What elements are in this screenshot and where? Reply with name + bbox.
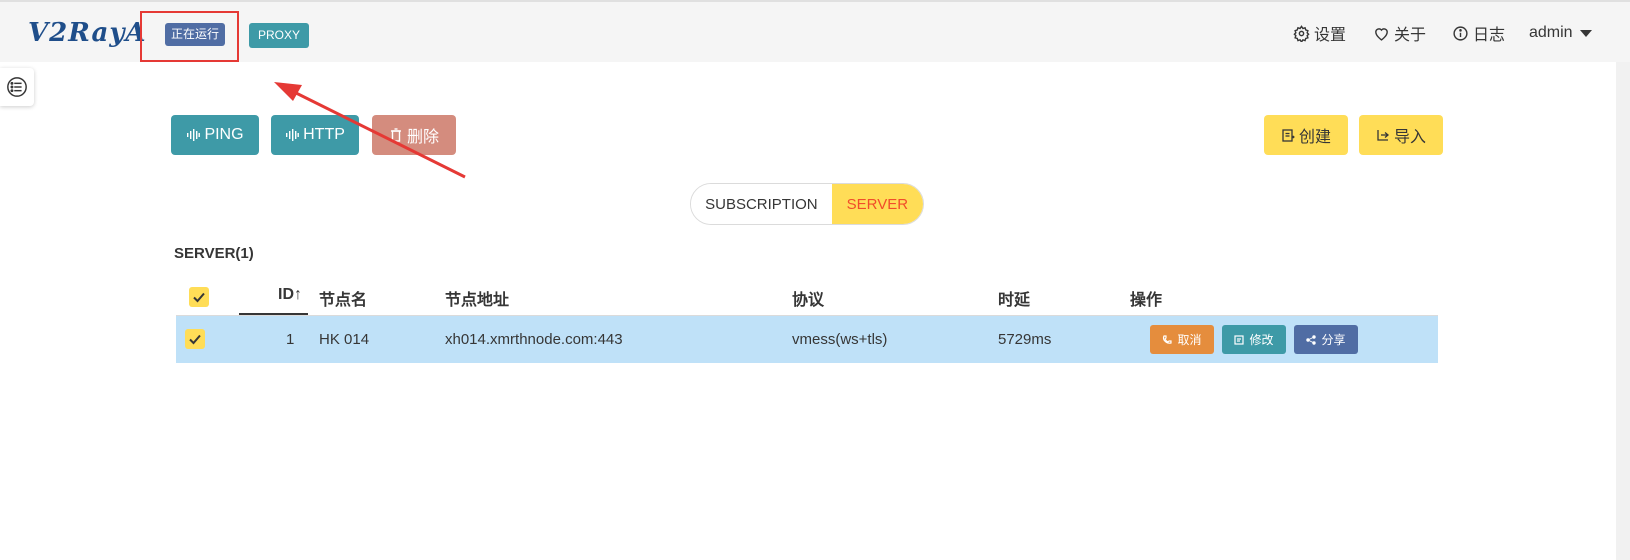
share-button-label: 分享 <box>1321 333 1346 347</box>
tab-subscription[interactable]: SUBSCRIPTION <box>691 184 832 224</box>
share-icon <box>1306 334 1317 345</box>
check-icon <box>193 292 205 303</box>
trash-icon <box>390 128 401 142</box>
section-title: SERVER(1) <box>174 245 254 262</box>
clipboard-plus-icon <box>1282 129 1295 142</box>
edit-button[interactable]: 修改 <box>1222 325 1286 354</box>
http-button-label: HTTP <box>303 126 345 143</box>
caret-down-icon <box>1579 29 1592 37</box>
sort-ascending-icon: ↑ <box>294 286 302 303</box>
phone-icon <box>1163 334 1173 344</box>
nav-settings[interactable]: 设置 <box>1293 21 1346 45</box>
row-protocol: vmess(ws+tls) <box>792 331 888 348</box>
page-scrollbar[interactable] <box>1616 62 1630 560</box>
row-latency: 5729ms <box>998 331 1052 348</box>
table-header: ID↑ 节点名 节点地址 协议 时延 操作 <box>176 278 1438 316</box>
column-header-name[interactable]: 节点名 <box>319 286 367 310</box>
share-button[interactable]: 分享 <box>1294 325 1358 354</box>
row-id: 1 <box>286 331 295 348</box>
row-checkbox[interactable] <box>185 329 205 349</box>
nav-log-label: 日志 <box>1473 27 1506 44</box>
tab-server[interactable]: SERVER <box>831 184 923 224</box>
view-tabs: SUBSCRIPTION SERVER <box>690 183 924 225</box>
create-button[interactable]: 创建 <box>1264 115 1348 155</box>
column-header-latency[interactable]: 时延 <box>998 286 1030 310</box>
user-menu[interactable]: admin <box>1529 21 1592 45</box>
gear-icon <box>1293 24 1310 42</box>
cancel-button-label: 取消 <box>1177 333 1202 347</box>
import-button-label: 导入 <box>1393 129 1426 146</box>
heart-icon <box>1375 27 1388 41</box>
edit-icon <box>1234 334 1245 345</box>
import-icon <box>1377 130 1389 141</box>
sidebar-toggle[interactable] <box>0 68 34 106</box>
delete-button-label: 删除 <box>406 129 439 146</box>
app-logo[interactable]: V2RayA <box>28 18 147 48</box>
create-button-label: 创建 <box>1298 129 1331 146</box>
delete-button[interactable]: 删除 <box>372 115 456 155</box>
nav-about[interactable]: 关于 <box>1373 21 1426 45</box>
user-name: admin <box>1529 24 1573 41</box>
column-header-address[interactable]: 节点地址 <box>445 286 509 310</box>
column-header-actions: 操作 <box>1130 292 1163 309</box>
ping-button[interactable]: PING <box>171 115 259 155</box>
list-menu-icon <box>7 77 27 97</box>
row-name: HK 014 <box>319 331 370 348</box>
waveform-icon <box>187 129 201 141</box>
ping-button-label: PING <box>204 126 244 143</box>
column-header-id[interactable]: ID↑ <box>278 286 302 304</box>
import-button[interactable]: 导入 <box>1359 115 1443 155</box>
sort-underline <box>239 313 308 315</box>
waveform-icon <box>286 129 300 141</box>
select-all-checkbox[interactable] <box>189 287 209 307</box>
cancel-button[interactable]: 取消 <box>1150 325 1214 354</box>
navbar: V2RayA 正在运行 PROXY 设置 关于 日志 admin <box>0 0 1630 62</box>
table-row[interactable]: 1 HK 014 xh014.xmrthnode.com:443 vmess(w… <box>176 316 1438 363</box>
column-header-protocol[interactable]: 协议 <box>792 286 824 310</box>
running-status-tag[interactable]: 正在运行 <box>165 23 226 46</box>
info-icon <box>1453 25 1468 41</box>
proxy-mode-tag[interactable]: PROXY <box>249 23 310 48</box>
http-button[interactable]: HTTP <box>271 115 359 155</box>
check-icon <box>189 334 201 345</box>
column-header-id-label: ID <box>278 286 294 303</box>
nav-about-label: 关于 <box>1394 27 1427 44</box>
edit-button-label: 修改 <box>1249 333 1274 347</box>
row-address: xh014.xmrthnode.com:443 <box>445 331 623 348</box>
nav-settings-label: 设置 <box>1314 27 1347 44</box>
nav-log[interactable]: 日志 <box>1452 21 1505 45</box>
